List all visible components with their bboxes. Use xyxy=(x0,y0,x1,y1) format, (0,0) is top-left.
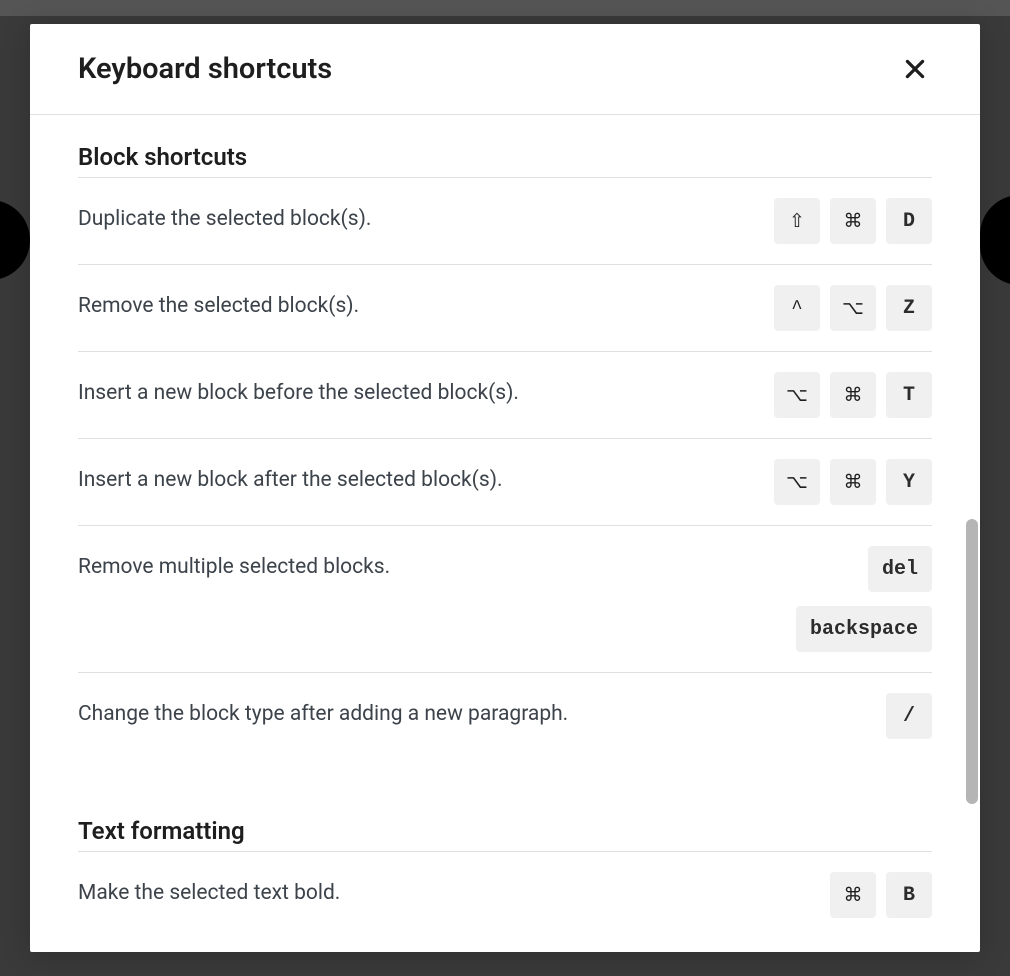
keyboard-key: / xyxy=(886,693,932,739)
window-top-bar xyxy=(0,0,1010,16)
key-combination: / xyxy=(886,693,932,739)
key-combination: del xyxy=(868,546,932,592)
key-combinations: ⌥⌘Y xyxy=(774,459,932,505)
shortcut-row: Change the block type after adding a new… xyxy=(78,672,932,759)
key-combinations: del backspace xyxy=(796,546,932,652)
keyboard-key: Y xyxy=(886,459,932,505)
key-combination: ⌘B xyxy=(830,872,932,918)
key-combinations: ⌥⌘T xyxy=(774,372,932,418)
shortcut-description: Make the selected text bold. xyxy=(78,872,810,910)
shortcut-row: Make the selected text bold. ⌘B xyxy=(78,851,932,938)
shortcut-description: Remove the selected block(s). xyxy=(78,285,754,323)
shortcut-row: Remove multiple selected blocks. del backs… xyxy=(78,525,932,672)
background-shape-left xyxy=(0,200,30,280)
key-combination: ⇧⌘D xyxy=(774,198,932,244)
shortcut-list: Make the selected text bold. ⌘B xyxy=(78,851,932,938)
modal-backdrop: Keyboard shortcuts Block shortcuts Duplic… xyxy=(0,0,1010,976)
section-title: Text formatting xyxy=(78,817,932,845)
shortcut-list: Duplicate the selected block(s).⇧⌘DRemov… xyxy=(78,177,932,759)
keyboard-key: T xyxy=(886,372,932,418)
close-icon xyxy=(902,56,928,82)
key-combination: ^⌥Z xyxy=(774,285,932,331)
keyboard-key: ⌘ xyxy=(830,459,876,505)
keyboard-key: ⌘ xyxy=(830,198,876,244)
key-combination: ⌥⌘Y xyxy=(774,459,932,505)
shortcut-row: Insert a new block before the selected b… xyxy=(78,351,932,438)
key-combination: ⌥⌘T xyxy=(774,372,932,418)
keyboard-key: Z xyxy=(886,285,932,331)
keyboard-shortcuts-modal: Keyboard shortcuts Block shortcuts Duplic… xyxy=(30,24,980,952)
shortcut-row: Remove the selected block(s). ^⌥Z xyxy=(78,264,932,351)
keyboard-key: D xyxy=(886,198,932,244)
keyboard-key: ^ xyxy=(774,285,820,331)
key-combinations: ⌘B xyxy=(830,872,932,918)
keyboard-key: ⌥ xyxy=(774,459,820,505)
shortcut-description: Duplicate the selected block(s). xyxy=(78,198,754,236)
keyboard-key: ⌥ xyxy=(774,372,820,418)
modal-header: Keyboard shortcuts xyxy=(30,24,980,115)
keyboard-key: del xyxy=(868,546,932,592)
shortcut-row: Duplicate the selected block(s). ⇧⌘D xyxy=(78,177,932,264)
keyboard-key: backspace xyxy=(796,606,932,652)
shortcut-description: Remove multiple selected blocks. xyxy=(78,546,776,584)
keyboard-key: ⇧ xyxy=(774,198,820,244)
modal-scroll-area[interactable]: Keyboard shortcuts Block shortcuts Duplic… xyxy=(30,24,980,952)
background-shape-right xyxy=(980,195,1010,285)
shortcut-description: Insert a new block after the selected bl… xyxy=(78,459,754,497)
shortcut-description: Change the block type after adding a new… xyxy=(78,693,866,731)
keyboard-key: B xyxy=(886,872,932,918)
shortcuts-section: Text formatting Make the selected text bo… xyxy=(30,789,980,952)
key-combinations: ^⌥Z xyxy=(774,285,932,331)
key-combination: backspace xyxy=(796,606,932,652)
modal-title: Keyboard shortcuts xyxy=(78,52,332,86)
keyboard-key: ⌘ xyxy=(830,372,876,418)
keyboard-key: ⌥ xyxy=(830,285,876,331)
key-combinations: / xyxy=(886,693,932,739)
key-combinations: ⇧⌘D xyxy=(774,198,932,244)
shortcut-row: Insert a new block after the selected bl… xyxy=(78,438,932,525)
keyboard-key: ⌘ xyxy=(830,872,876,918)
shortcut-description: Insert a new block before the selected b… xyxy=(78,372,754,410)
section-title: Block shortcuts xyxy=(78,143,932,171)
shortcuts-section: Block shortcuts Duplicate the selected bl… xyxy=(30,115,980,789)
close-button[interactable] xyxy=(898,52,932,86)
